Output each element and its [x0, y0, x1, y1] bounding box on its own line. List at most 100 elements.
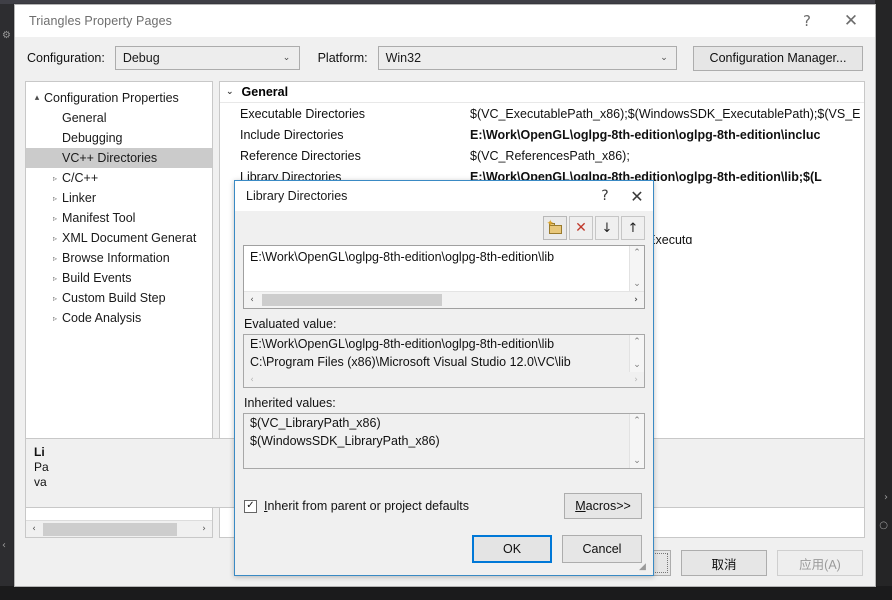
- sidebar-item-label: Linker: [62, 191, 97, 205]
- property-name: Executable Directories: [240, 106, 366, 121]
- scroll-right-icon[interactable]: ›: [628, 372, 644, 388]
- inherited-values-label: Inherited values:: [244, 396, 336, 410]
- sidebar-item-vc-directories[interactable]: VC++ Directories: [26, 148, 212, 168]
- configuration-combo[interactable]: Debug ⌄: [114, 46, 300, 70]
- tree-scroll-thumb[interactable]: [43, 522, 177, 536]
- scroll-down-icon[interactable]: ⌄: [633, 456, 641, 466]
- grid-category-general[interactable]: ⌄ General: [220, 82, 864, 103]
- resize-grip-icon[interactable]: ◢: [639, 562, 651, 574]
- sidebar-item-browse-information[interactable]: ▹ Browse Information: [26, 248, 212, 268]
- property-row[interactable]: Reference Directories $(VC_ReferencesPath…: [220, 145, 864, 166]
- edit-list-scroll-thumb[interactable]: [262, 294, 442, 306]
- modal-title-label: Library Directories: [246, 189, 348, 203]
- description-text-left: Li Pa va: [26, 439, 224, 507]
- expander-icon[interactable]: ▹: [48, 234, 62, 243]
- window-title: Triangles Property Pages: [29, 13, 172, 28]
- expander-icon[interactable]: ▹: [48, 294, 62, 303]
- move-up-icon[interactable]: ↑: [621, 216, 645, 240]
- expander-icon[interactable]: ▹: [48, 254, 62, 263]
- edit-list-horizontal-scrollbar[interactable]: ‹ ›: [244, 291, 644, 308]
- cancel-button[interactable]: 取消: [681, 550, 767, 576]
- inherited-line: $(VC_LibraryPath_x86): [250, 416, 381, 430]
- list-item[interactable]: E:\Work\OpenGL\oglpg-8th-edition\oglpg-8…: [244, 246, 644, 268]
- help-icon[interactable]: ?: [589, 182, 621, 211]
- modal-titlebar: Library Directories ? ✕: [235, 181, 653, 211]
- platform-label: Platform:: [317, 51, 368, 65]
- move-down-icon[interactable]: ↓: [595, 216, 619, 240]
- directories-edit-list[interactable]: E:\Work\OpenGL\oglpg-8th-edition\oglpg-8…: [243, 245, 645, 309]
- configuration-combo-value: Debug: [122, 51, 160, 65]
- scroll-up-icon[interactable]: ⌃: [633, 337, 641, 347]
- delete-icon[interactable]: ✕: [569, 216, 593, 240]
- inherited-values-box[interactable]: $(VC_LibraryPath_x86) $(WindowsSDK_Libra…: [243, 413, 645, 469]
- scroll-down-icon[interactable]: ⌄: [633, 279, 641, 289]
- expander-icon[interactable]: ▹: [48, 214, 62, 223]
- ide-left-gear-icon: ⚙: [2, 30, 11, 41]
- scroll-right-icon[interactable]: ›: [628, 292, 644, 308]
- sidebar-item-debugging[interactable]: Debugging: [26, 128, 212, 148]
- modal-ok-button[interactable]: OK: [472, 535, 552, 563]
- property-row[interactable]: Executable Directories $(VC_ExecutablePat…: [220, 103, 864, 124]
- apply-button[interactable]: 应用(A): [777, 550, 863, 576]
- inherit-checkbox-row[interactable]: ✓ Inherit from parent or project default…: [244, 499, 469, 513]
- chevron-down-icon: ⌄: [226, 87, 234, 97]
- expander-icon[interactable]: ▹: [48, 274, 62, 283]
- evaluated-horizontal-scrollbar[interactable]: ‹ ›: [244, 372, 644, 387]
- sidebar-item-xml-document-generat[interactable]: ▹ XML Document Generat: [26, 228, 212, 248]
- property-value[interactable]: $(VC_ExecutablePath_x86);$(WindowsSDK_Ex…: [470, 107, 861, 121]
- inherit-checkbox[interactable]: ✓: [244, 499, 257, 513]
- expander-icon[interactable]: ▴: [30, 93, 44, 103]
- sidebar-item-configuration-properties[interactable]: ▴ Configuration Properties: [26, 88, 212, 108]
- sidebar-item-label: Custom Build Step: [62, 291, 166, 305]
- close-icon[interactable]: ✕: [621, 182, 653, 211]
- evaluated-vertical-scrollbar[interactable]: ⌃ ⌄: [629, 335, 644, 372]
- sidebar-item-custom-build-step[interactable]: ▹ Custom Build Step: [26, 288, 212, 308]
- expander-icon[interactable]: ▹: [48, 194, 62, 203]
- ide-right-chevron-icon: ›: [884, 492, 888, 503]
- description-line2-fragment: Pa: [34, 460, 49, 474]
- property-value[interactable]: E:\Work\OpenGL\oglpg-8th-edition\oglpg-8…: [470, 128, 820, 142]
- property-name: Include Directories: [240, 127, 344, 142]
- edit-list-vertical-scrollbar[interactable]: ⌃ ⌄: [629, 246, 644, 291]
- scroll-left-icon[interactable]: ‹: [244, 372, 260, 388]
- scroll-up-icon[interactable]: ⌃: [633, 248, 641, 258]
- sidebar-item-label: Debugging: [62, 131, 123, 145]
- expander-icon[interactable]: ▹: [48, 314, 62, 323]
- sidebar-item-label: Browse Information: [62, 251, 170, 265]
- scroll-down-icon[interactable]: ⌄: [633, 360, 641, 370]
- expander-icon[interactable]: ▹: [48, 174, 62, 183]
- sidebar-item-label: VC++ Directories: [62, 151, 158, 165]
- evaluated-value-box[interactable]: E:\Work\OpenGL\oglpg-8th-edition\oglpg-8…: [243, 334, 645, 388]
- inherited-vertical-scrollbar[interactable]: ⌃ ⌄: [629, 414, 644, 468]
- scroll-left-icon[interactable]: ‹: [26, 521, 42, 537]
- property-row[interactable]: Include Directories E:\Work\OpenGL\oglpg-…: [220, 124, 864, 145]
- scroll-right-icon[interactable]: ›: [196, 521, 212, 537]
- sidebar-item-code-analysis[interactable]: ▹ Code Analysis: [26, 308, 212, 328]
- evaluated-line: C:\Program Files (x86)\Microsoft Visual …: [250, 355, 571, 369]
- configuration-manager-button[interactable]: Configuration Manager...: [693, 45, 863, 71]
- configuration-label: Configuration:: [27, 51, 105, 65]
- sidebar-item-general[interactable]: General: [26, 108, 212, 128]
- sidebar-item-linker[interactable]: ▹ Linker: [26, 188, 212, 208]
- help-icon[interactable]: ?: [785, 5, 829, 36]
- scroll-up-icon[interactable]: ⌃: [633, 416, 641, 426]
- description-line3-fragment: va: [34, 475, 47, 489]
- modal-cancel-button[interactable]: Cancel: [562, 535, 642, 563]
- tree-horizontal-scrollbar[interactable]: ‹ ›: [26, 520, 212, 537]
- grid-category-label: General: [241, 85, 289, 99]
- platform-combo-value: Win32: [385, 51, 422, 65]
- inherit-checkbox-label: Inherit from parent or project defaults: [264, 499, 469, 513]
- sidebar-item-label: C/C++: [62, 171, 99, 185]
- chevron-down-icon: ⌄: [660, 53, 668, 63]
- sidebar-item-manifest-tool[interactable]: ▹ Manifest Tool: [26, 208, 212, 228]
- evaluated-line: E:\Work\OpenGL\oglpg-8th-edition\oglpg-8…: [250, 337, 555, 351]
- macros-button[interactable]: Macros>>: [564, 493, 642, 519]
- scroll-left-icon[interactable]: ‹: [244, 292, 260, 308]
- property-value[interactable]: $(VC_ReferencesPath_x86);: [470, 149, 630, 163]
- sidebar-item-c-c[interactable]: ▹ C/C++: [26, 168, 212, 188]
- platform-combo[interactable]: Win32 ⌄: [377, 46, 677, 70]
- sidebar-item-label: Build Events: [62, 271, 132, 285]
- close-icon[interactable]: ✕: [829, 5, 873, 36]
- sidebar-item-build-events[interactable]: ▹ Build Events: [26, 268, 212, 288]
- new-folder-icon[interactable]: ✦: [543, 216, 567, 240]
